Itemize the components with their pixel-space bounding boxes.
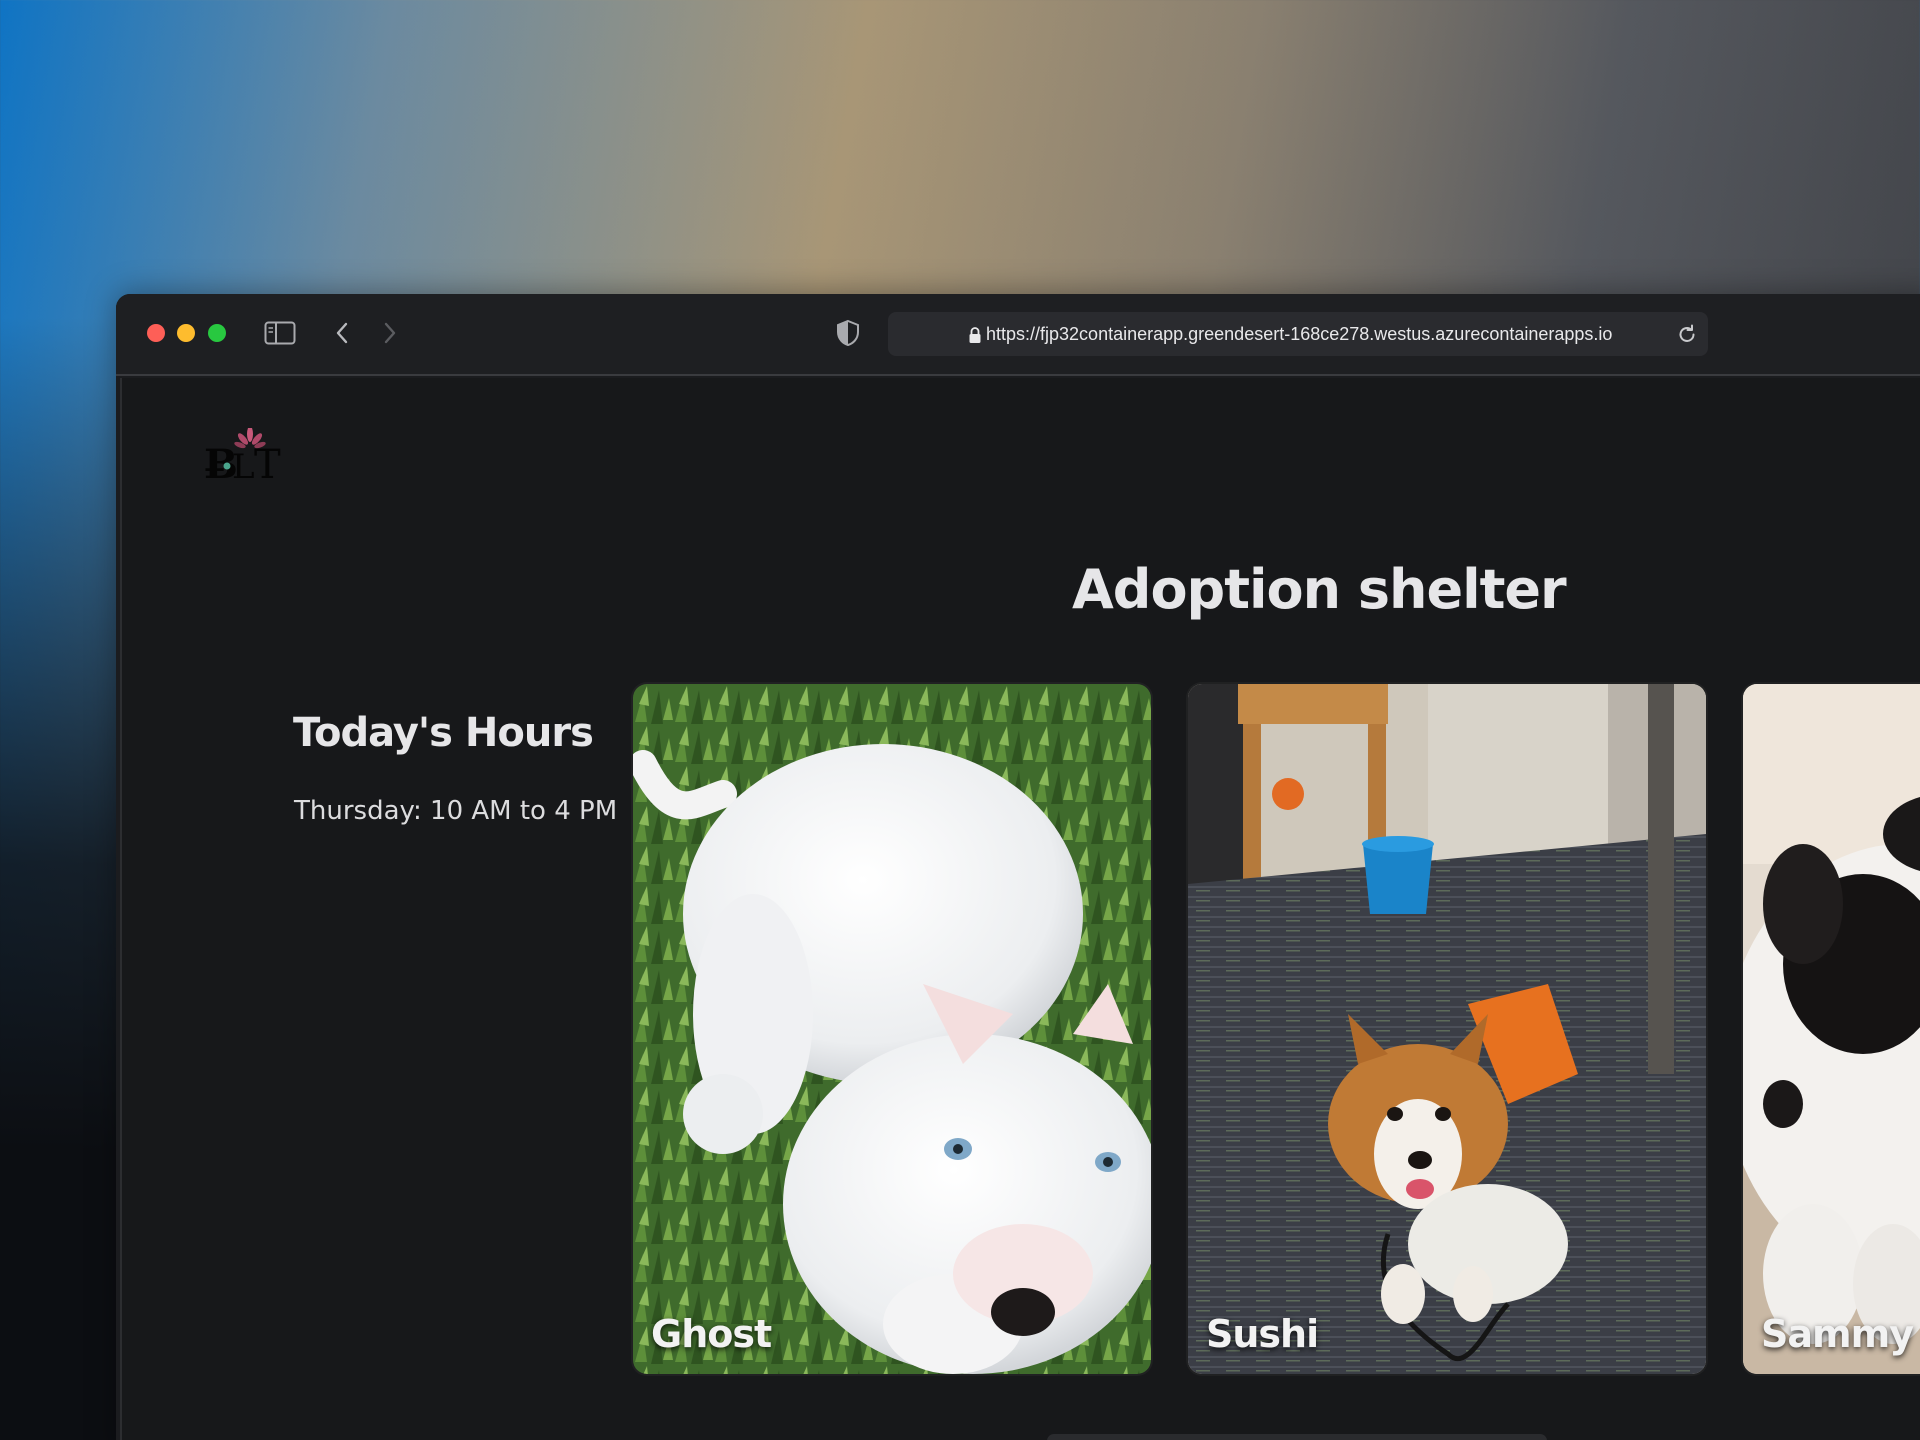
page-title: Adoption shelter [1072,558,1567,621]
hours-text: Thursday: 10 AM to 4 PM [294,796,618,826]
svg-text:T: T [254,442,281,488]
minimize-window-button[interactable] [177,324,195,342]
chevron-left-icon[interactable] [324,316,360,350]
browser-toolbar: https://fjp32containerapp.greendesert-16… [116,294,1920,376]
zoom-window-button[interactable] [208,324,226,342]
svg-text:L: L [232,447,255,487]
hours-heading: Today's Hours [293,710,594,756]
pet-photo [1743,684,1920,1374]
sidebar-icon[interactable] [262,316,298,350]
shelter-logo[interactable]: Ƀ L T [202,426,292,488]
pet-name: Ghost [651,1312,772,1356]
pet-card[interactable]: Sushi [1188,684,1706,1374]
close-window-button[interactable] [147,324,165,342]
shield-icon[interactable] [830,316,866,350]
pet-card[interactable]: Sammy [1743,684,1920,1374]
pet-name: Sushi [1206,1312,1319,1356]
web-page: Ƀ L T Adoption shelter Today's Hours Thu… [120,378,1920,1440]
pet-photo [633,684,1151,1374]
lock-icon [968,326,982,348]
carousel-scrollbar[interactable] [1047,1434,1547,1440]
chevron-right-icon[interactable] [372,316,408,350]
address-bar[interactable]: https://fjp32containerapp.greendesert-16… [888,312,1708,356]
browser-window: https://fjp32containerapp.greendesert-16… [116,294,1920,1440]
pet-name: Sammy [1761,1312,1914,1356]
pet-photo [1188,684,1706,1374]
reload-icon[interactable] [1676,322,1698,350]
pet-card[interactable]: Ghost [633,684,1151,1374]
url-text: https://fjp32containerapp.greendesert-16… [986,324,1613,344]
